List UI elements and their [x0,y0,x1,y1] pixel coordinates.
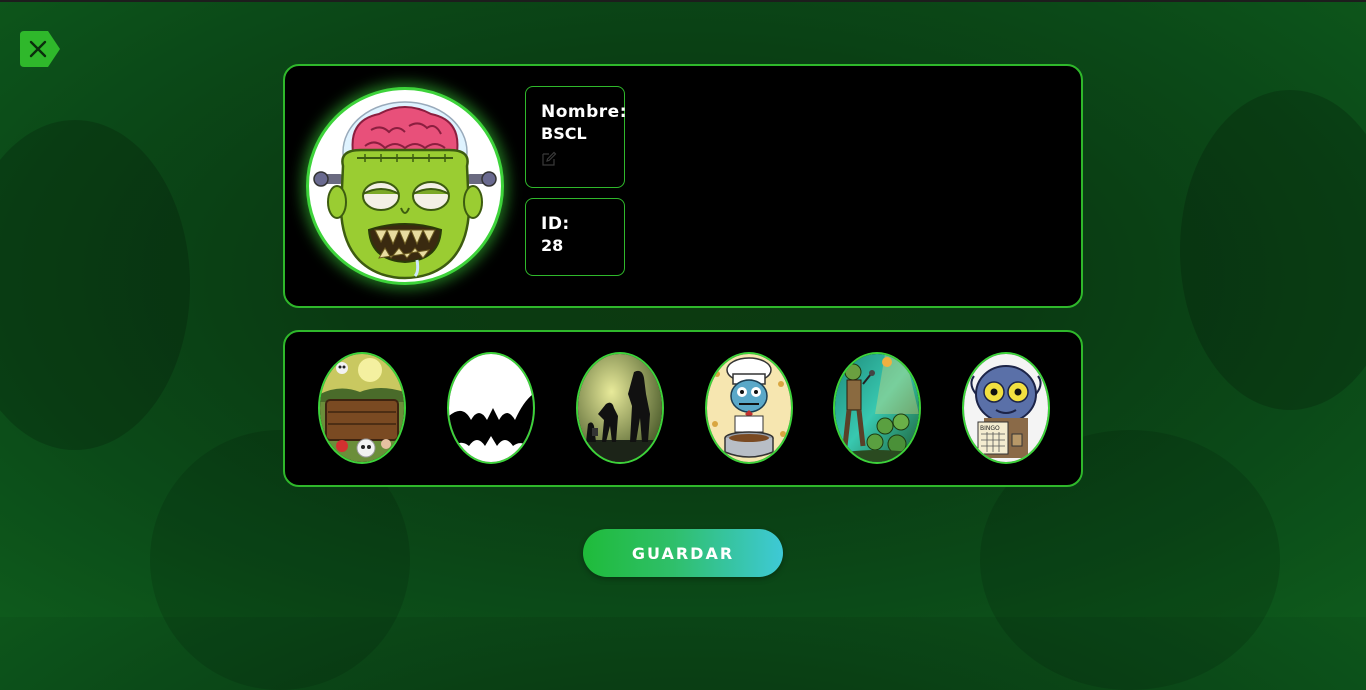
avatar-options-panel: BINGO [283,330,1083,487]
zombie-bingo-icon: BINGO [964,354,1048,462]
edit-icon[interactable] [541,151,557,167]
top-divider [0,0,1366,2]
zombie-silhouettes-icon [578,354,662,462]
background-zombie-left [0,120,190,450]
zombie-chef-icon [707,354,791,462]
avatar-option-bingo[interactable]: BINGO [962,352,1050,464]
avatar-option-silhouettes[interactable] [576,352,664,464]
name-card: Nombre: BSCL [525,86,628,188]
name-label: Nombre: [541,102,628,122]
id-value: 28 [541,236,564,255]
id-label: ID: [541,214,570,234]
zombie-brain-avatar-icon [313,101,497,280]
profile-avatar [306,87,504,285]
close-icon [20,31,60,67]
bat-icon [449,354,533,462]
avatar-option-chef[interactable] [705,352,793,464]
save-button[interactable]: GUARDAR [583,529,783,577]
svg-text:BINGO: BINGO [980,425,1000,432]
name-value: BSCL [541,124,587,143]
profile-panel: Nombre: BSCL ID: 28 [283,64,1083,308]
avatar-option-graveyard[interactable] [318,352,406,464]
background-zombie-right [1180,90,1366,410]
id-card: ID: 28 [525,198,625,276]
avatar-option-singer[interactable] [833,352,921,464]
avatar-option-bat[interactable] [447,352,535,464]
zombie-singer-icon [835,354,919,462]
graveyard-coffin-icon [320,354,404,462]
close-button[interactable] [20,31,60,67]
